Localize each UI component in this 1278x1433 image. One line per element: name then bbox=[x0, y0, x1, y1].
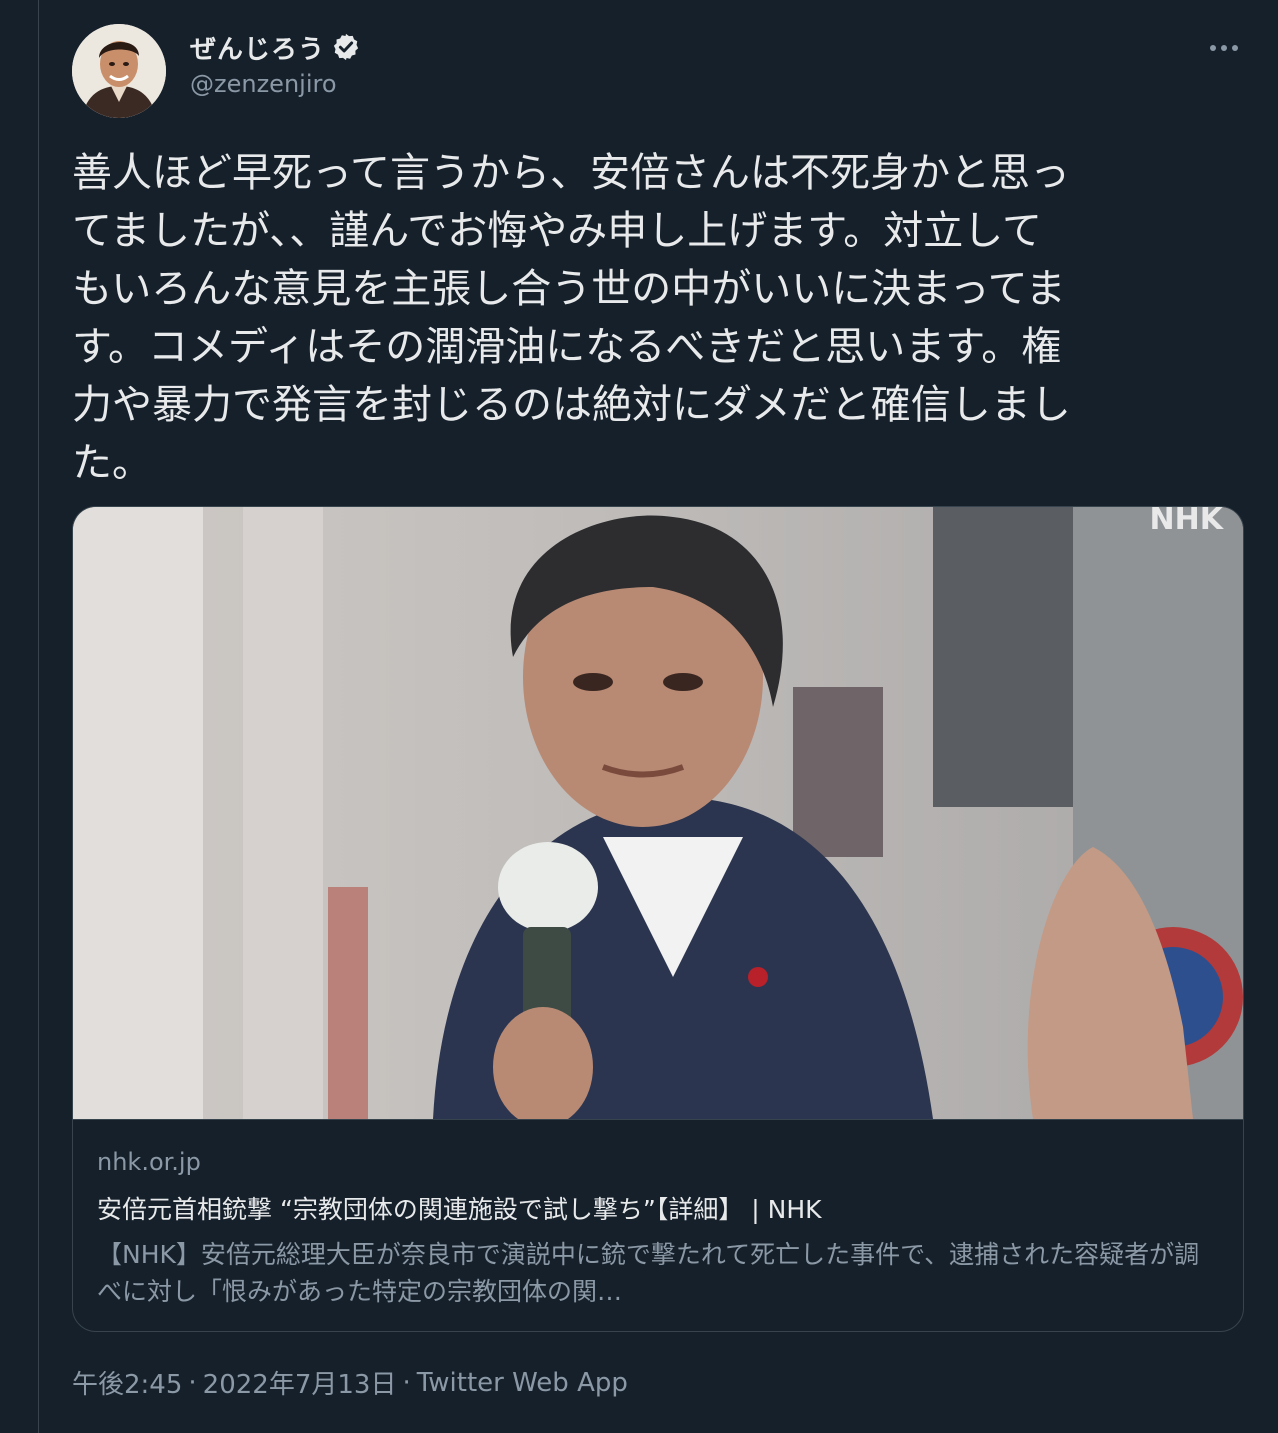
tweet: ぜんじろう @zenzenjiro 善人ほど早死って言うから、安倍さんは不死身か… bbox=[72, 24, 1244, 1400]
tweet-header: ぜんじろう @zenzenjiro bbox=[72, 24, 1244, 118]
tweet-source[interactable]: Twitter Web App bbox=[417, 1368, 628, 1398]
meta-separator: · bbox=[402, 1367, 411, 1398]
tweet-time[interactable]: 午後2:45 bbox=[72, 1364, 182, 1401]
tweet-date[interactable]: 2022年7月13日 bbox=[203, 1364, 397, 1401]
card-image[interactable]: NHK bbox=[73, 507, 1243, 1120]
card-body: nhk.or.jp 安倍元首相銃撃 “宗教団体の関連施設で試し撃ち”【詳細】 |… bbox=[73, 1148, 1243, 1310]
card-title[interactable]: 安倍元首相銃撃 “宗教団体の関連施設で試し撃ち”【詳細】 | NHK bbox=[97, 1190, 1219, 1226]
column-divider bbox=[38, 0, 39, 1433]
avatar[interactable] bbox=[72, 24, 166, 118]
display-name-row: ぜんじろう bbox=[190, 29, 361, 66]
meta-separator: · bbox=[188, 1367, 197, 1398]
link-card[interactable]: NHK nhk.or.jp 安倍元首相銃撃 “宗教団体の関連施設で試し撃ち”【詳… bbox=[72, 506, 1244, 1332]
avatar-image bbox=[72, 24, 166, 118]
tweet-page: ぜんじろう @zenzenjiro 善人ほど早死って言うから、安倍さんは不死身か… bbox=[0, 0, 1278, 1433]
tweet-meta: 午後2:45 · 2022年7月13日 · Twitter Web App bbox=[72, 1364, 628, 1401]
author-handle[interactable]: @zenzenjiro bbox=[190, 70, 361, 98]
verified-badge-icon bbox=[333, 33, 359, 61]
author-names: ぜんじろう @zenzenjiro bbox=[190, 30, 361, 98]
card-description: 【NHK】安倍元総理大臣が奈良市で演説中に銃で撃たれて死亡した事件で、逮捕された… bbox=[97, 1240, 1200, 1306]
display-name[interactable]: ぜんじろう bbox=[190, 29, 325, 66]
tweet-text: 善人ほど早死って言うから、安倍さんは不死身かと思っ てましたが、、謹んでお悔やみ… bbox=[72, 150, 1071, 486]
card-image-watermark: NHK bbox=[1150, 507, 1225, 537]
card-domain: nhk.or.jp bbox=[97, 1148, 201, 1176]
more-options-icon[interactable] bbox=[1206, 38, 1242, 58]
